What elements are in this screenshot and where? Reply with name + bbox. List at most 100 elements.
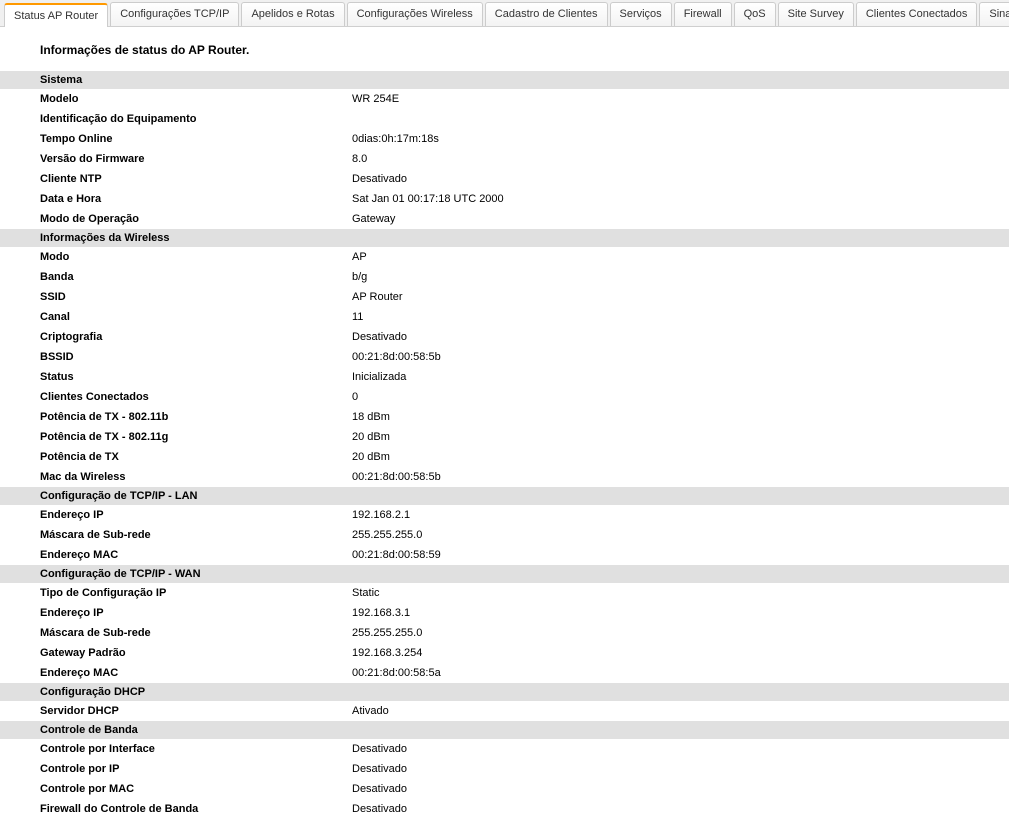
- status-value: Desativado: [352, 741, 1009, 757]
- status-value: WR 254E: [352, 91, 1009, 107]
- status-value: 11: [352, 309, 1009, 325]
- status-row: Data e HoraSat Jan 01 00:17:18 UTC 2000: [0, 189, 1009, 209]
- status-row: Mac da Wireless00:21:8d:00:58:5b: [0, 467, 1009, 487]
- status-value: Desativado: [352, 781, 1009, 797]
- status-label: Identificação do Equipamento: [40, 111, 352, 127]
- status-label: Criptografia: [40, 329, 352, 345]
- status-label: Tipo de Configuração IP: [40, 585, 352, 601]
- tab-clientes-conectados[interactable]: Clientes Conectados: [856, 2, 978, 26]
- status-row: Potência de TX - 802.11g20 dBm: [0, 427, 1009, 447]
- status-row: StatusInicializada: [0, 367, 1009, 387]
- status-label: Mac da Wireless: [40, 469, 352, 485]
- status-label: Status: [40, 369, 352, 385]
- tab-configura-es-wireless[interactable]: Configurações Wireless: [347, 2, 483, 26]
- status-label: Endereço IP: [40, 605, 352, 621]
- status-value: Desativado: [352, 171, 1009, 187]
- status-value: Desativado: [352, 761, 1009, 777]
- status-value: 192.168.2.1: [352, 507, 1009, 523]
- status-value: Desativado: [352, 329, 1009, 345]
- status-label: Tempo Online: [40, 131, 352, 147]
- status-row: Controle por InterfaceDesativado: [0, 739, 1009, 759]
- status-label: Potência de TX - 802.11b: [40, 409, 352, 425]
- status-value: b/g: [352, 269, 1009, 285]
- status-value: Inicializada: [352, 369, 1009, 385]
- status-label: Servidor DHCP: [40, 703, 352, 719]
- status-row: SSIDAP Router: [0, 287, 1009, 307]
- status-label: SSID: [40, 289, 352, 305]
- section-header: Controle de Banda: [0, 721, 1009, 739]
- status-value: 192.168.3.1: [352, 605, 1009, 621]
- status-row: Potência de TX - 802.11b18 dBm: [0, 407, 1009, 427]
- section-header: Configuração DHCP: [0, 683, 1009, 701]
- status-row: Tipo de Configuração IPStatic: [0, 583, 1009, 603]
- status-row: Modo de OperaçãoGateway: [0, 209, 1009, 229]
- status-label: Máscara de Sub-rede: [40, 625, 352, 641]
- tab-configura-es-tcp-ip[interactable]: Configurações TCP/IP: [110, 2, 239, 26]
- status-row: CriptografiaDesativado: [0, 327, 1009, 347]
- status-value: 00:21:8d:00:58:5b: [352, 469, 1009, 485]
- status-row: Gateway Padrão192.168.3.254: [0, 643, 1009, 663]
- status-value: Static: [352, 585, 1009, 601]
- status-value: 00:21:8d:00:58:59: [352, 547, 1009, 563]
- status-row: Máscara de Sub-rede255.255.255.0: [0, 623, 1009, 643]
- tab-cadastro-de-clientes[interactable]: Cadastro de Clientes: [485, 2, 608, 26]
- status-row: Controle por MACDesativado: [0, 779, 1009, 799]
- status-row: Firewall do Controle de BandaDesativado: [0, 799, 1009, 819]
- status-label: Controle por Interface: [40, 741, 352, 757]
- status-row: Endereço MAC00:21:8d:00:58:59: [0, 545, 1009, 565]
- status-label: Controle por IP: [40, 761, 352, 777]
- status-row: Versão do Firmware8.0: [0, 149, 1009, 169]
- status-value: [352, 111, 1009, 127]
- tab-sinal[interactable]: Sinal: [979, 2, 1009, 26]
- tab-site-survey[interactable]: Site Survey: [778, 2, 854, 26]
- status-value: Ativado: [352, 703, 1009, 719]
- status-label: Controle por MAC: [40, 781, 352, 797]
- status-value: 00:21:8d:00:58:5b: [352, 349, 1009, 365]
- status-label: Banda: [40, 269, 352, 285]
- status-value: 192.168.3.254: [352, 645, 1009, 661]
- status-label: Endereço IP: [40, 507, 352, 523]
- status-value: Gateway: [352, 211, 1009, 227]
- status-value: Desativado: [352, 801, 1009, 817]
- status-label: Endereço MAC: [40, 665, 352, 681]
- status-label: Canal: [40, 309, 352, 325]
- status-row: Canal11: [0, 307, 1009, 327]
- content-area: Informações de status do AP Router. Sist…: [0, 27, 1009, 829]
- section-header: Configuração de TCP/IP - LAN: [0, 487, 1009, 505]
- status-row: Cliente NTPDesativado: [0, 169, 1009, 189]
- status-value: 00:21:8d:00:58:5a: [352, 665, 1009, 681]
- section-header: Informações da Wireless: [0, 229, 1009, 247]
- status-row: Tempo Online0dias:0h:17m:18s: [0, 129, 1009, 149]
- status-value: Sat Jan 01 00:17:18 UTC 2000: [352, 191, 1009, 207]
- section-header: Sistema: [0, 71, 1009, 89]
- status-value: 255.255.255.0: [352, 625, 1009, 641]
- status-value: 8.0: [352, 151, 1009, 167]
- status-label: Gateway Padrão: [40, 645, 352, 661]
- tab-bar: Status AP RouterConfigurações TCP/IPApel…: [0, 0, 1009, 27]
- status-label: Potência de TX: [40, 449, 352, 465]
- status-label: Potência de TX - 802.11g: [40, 429, 352, 445]
- status-row: Servidor DHCPAtivado: [0, 701, 1009, 721]
- status-label: Modelo: [40, 91, 352, 107]
- tab-qos[interactable]: QoS: [734, 2, 776, 26]
- status-row: Endereço MAC00:21:8d:00:58:5a: [0, 663, 1009, 683]
- tab-apelidos-e-rotas[interactable]: Apelidos e Rotas: [241, 2, 344, 26]
- status-row: Endereço IP192.168.3.1: [0, 603, 1009, 623]
- status-value: 0: [352, 389, 1009, 405]
- status-label: BSSID: [40, 349, 352, 365]
- status-label: Cliente NTP: [40, 171, 352, 187]
- tab-firewall[interactable]: Firewall: [674, 2, 732, 26]
- status-value: 20 dBm: [352, 449, 1009, 465]
- page-title: Informações de status do AP Router.: [0, 37, 1009, 71]
- status-label: Modo: [40, 249, 352, 265]
- tab-servi-os[interactable]: Serviços: [610, 2, 672, 26]
- section-header: Configuração de TCP/IP - WAN: [0, 565, 1009, 583]
- status-row: Potência de TX20 dBm: [0, 447, 1009, 467]
- status-value: AP: [352, 249, 1009, 265]
- status-label: Modo de Operação: [40, 211, 352, 227]
- status-row: BSSID00:21:8d:00:58:5b: [0, 347, 1009, 367]
- tab-status-ap-router[interactable]: Status AP Router: [4, 3, 108, 27]
- status-row: ModeloWR 254E: [0, 89, 1009, 109]
- status-row: ModoAP: [0, 247, 1009, 267]
- status-label: Endereço MAC: [40, 547, 352, 563]
